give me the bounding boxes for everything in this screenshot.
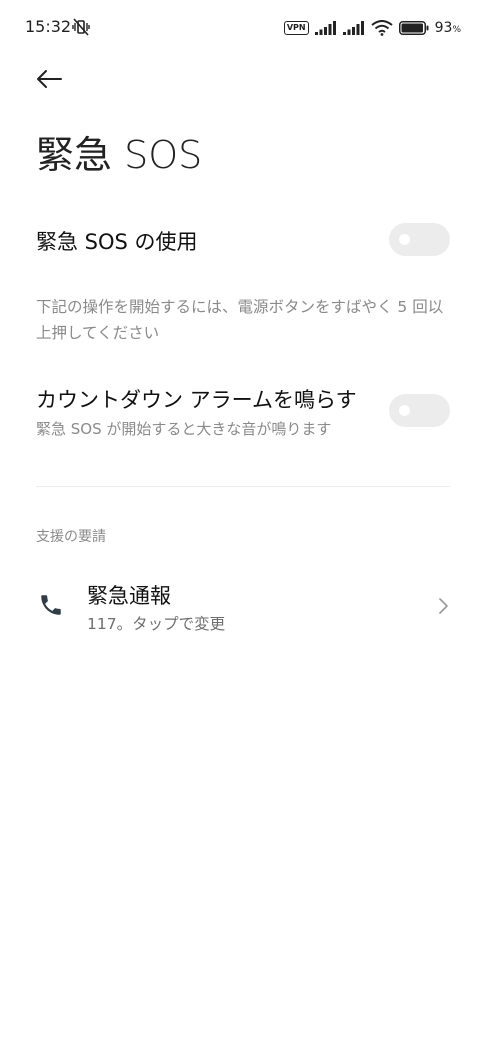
chevron-right-icon	[439, 598, 448, 614]
emergency-call-row[interactable]: 緊急通報 117。タップで変更	[0, 570, 485, 646]
phone-icon	[41, 595, 61, 615]
signal-icon-2	[342, 21, 364, 35]
section-header-assistance: 支援の要請	[36, 529, 106, 545]
battery-level: 93%	[434, 20, 461, 36]
battery-icon	[398, 21, 429, 35]
use-sos-label: 緊急 SOS の使用	[36, 230, 198, 254]
status-time: 15:32	[25, 17, 72, 36]
arrow-left-icon	[37, 70, 62, 88]
vibrate-off-icon	[72, 18, 90, 36]
emergency-call-sublabel: 117。タップで変更	[87, 615, 226, 633]
countdown-toggle[interactable]	[389, 394, 450, 427]
countdown-label: カウントダウン アラームを鳴らす	[36, 388, 357, 412]
status-bar: 15:32 VPN 93%	[0, 0, 485, 56]
sos-description: 下記の操作を開始するには、電源ボタンをすばやく 5 回以上押してください	[36, 298, 444, 342]
status-right: VPN 93%	[283, 18, 461, 38]
toggle-knob	[399, 234, 410, 245]
signal-icon	[314, 21, 336, 35]
toggle-knob	[399, 405, 410, 416]
use-sos-toggle[interactable]	[389, 223, 450, 256]
divider	[36, 486, 450, 487]
wifi-icon	[370, 20, 393, 36]
countdown-sublabel: 緊急 SOS が開始すると大きな音が鳴ります	[36, 420, 332, 438]
page-title: 緊急 SOS	[36, 133, 203, 177]
vpn-badge: VPN	[283, 21, 309, 35]
emergency-call-label: 緊急通報	[87, 584, 171, 608]
back-button[interactable]	[32, 64, 66, 94]
